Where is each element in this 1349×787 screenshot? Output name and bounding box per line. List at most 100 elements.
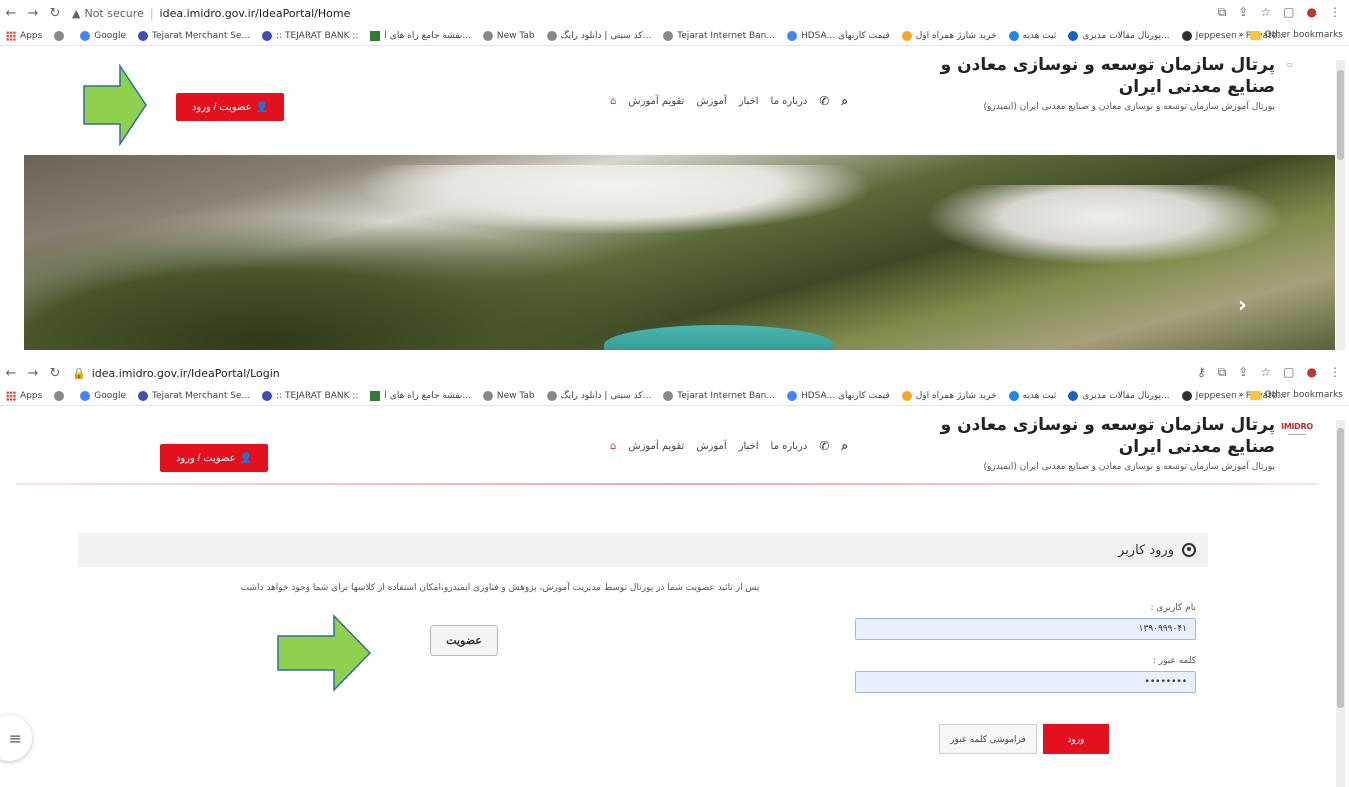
window-icon[interactable]: ▢ — [1283, 365, 1294, 380]
folder-icon — [1249, 390, 1261, 400]
bank-icon — [262, 30, 273, 41]
bookmark-item[interactable]: نقشه جامع راه های ا... — [370, 390, 471, 401]
hero-banner-image: › — [24, 155, 1335, 350]
login-screenshot: ← → ↻ 🔒 idea.imidro.gov.ir/IdeaPortal/Lo… — [0, 360, 1349, 787]
nav-item-news[interactable]: اخبار — [739, 441, 759, 452]
star-icon[interactable]: ☆ — [1260, 365, 1271, 380]
kebab-menu-icon[interactable]: ⋮ — [1329, 5, 1341, 20]
main-nav: ⌂ تقویم آموزش آموزش اخبار درباره ما ✆ ⌕ — [610, 46, 910, 156]
url-display[interactable]: 🔒 idea.imidro.gov.ir/IdeaPortal/Login — [72, 367, 280, 380]
address-bar: ← → ↻ ▲ Not secure | idea.imidro.gov.ir/… — [0, 0, 1349, 26]
bookmark-item[interactable]: کد سینی | دانلود رایگ... — [546, 30, 651, 41]
phone-icon[interactable]: ✆ — [819, 94, 829, 108]
window-icon[interactable]: ▢ — [1283, 5, 1294, 20]
kebab-menu-icon[interactable]: ⋮ — [1329, 365, 1341, 380]
key-icon[interactable]: ⚷ — [1197, 365, 1206, 380]
search-icon[interactable]: ⌕ — [841, 439, 848, 454]
home-icon[interactable]: ⌂ — [610, 441, 616, 452]
bookmark-item[interactable]: HDSA... قیمت کارتهای — [786, 30, 890, 41]
forgot-password-button[interactable]: فراموشی کلمه عبور — [939, 724, 1037, 754]
banner-ridge — [24, 215, 684, 350]
username-field[interactable]: ۱۳۹۰۹۹۹۰۴۱ — [855, 618, 1196, 640]
bookmark-apps[interactable]: Apps — [6, 390, 42, 401]
bookmark-item[interactable]: کد سینی | دانلود رایگ... — [546, 390, 651, 401]
nav-item-news[interactable]: اخبار — [739, 96, 759, 107]
forward-arrow-icon[interactable]: → — [22, 366, 44, 381]
warning-icon: ▲ — [72, 6, 81, 20]
join-button[interactable]: عضویت — [430, 625, 498, 656]
back-arrow-icon[interactable]: ← — [0, 366, 22, 381]
bookmark-icon — [1008, 30, 1019, 41]
page-scrollbar[interactable] — [1336, 420, 1345, 787]
bookmark-icon — [1181, 30, 1192, 41]
bookmark-item[interactable]: خرید شارژ همراه اول — [901, 390, 997, 401]
translate-icon[interactable]: ⧉ — [1218, 365, 1227, 380]
search-icon[interactable]: ⌕ — [841, 94, 848, 109]
bookmark-other[interactable]: » Other bookmarks — [1238, 30, 1343, 40]
password-field[interactable]: •••••••• — [855, 671, 1196, 693]
bank-icon — [138, 390, 149, 401]
home-icon[interactable]: ⌂ — [610, 96, 616, 107]
bookmark-item[interactable] — [54, 30, 68, 41]
site-title: پرتال سازمان توسعه و نوسازی معادن و صنای… — [940, 55, 1275, 97]
globe-icon — [663, 30, 674, 41]
nav-item-training[interactable]: آموزش — [696, 96, 726, 107]
bookmark-item[interactable]: پورتال مقالات مدیری... — [1068, 390, 1170, 401]
bookmark-item[interactable]: :: TEJARAT BANK :: — [262, 30, 358, 41]
bookmark-item[interactable]: ثبت هدیه — [1008, 390, 1056, 401]
bookmark-item[interactable]: Tejarat Merchant Se... — [138, 390, 250, 401]
bookmark-item[interactable]: Tejarat Internet Ban... — [663, 30, 775, 41]
user-plus-icon: 👤 — [239, 452, 253, 464]
nav-item-training[interactable]: آموزش — [696, 441, 726, 452]
page-scrollbar[interactable] — [1336, 60, 1345, 350]
bookmark-item[interactable]: New Tab — [482, 390, 535, 401]
bookmark-item[interactable]: خرید شارژ همراه اول — [901, 30, 997, 41]
bookmark-item[interactable]: :: TEJARAT BANK :: — [262, 390, 358, 401]
bookmark-item[interactable]: پورتال مقالات مدیری... — [1068, 30, 1170, 41]
green-arrow-annotation — [83, 64, 147, 146]
bookmark-other[interactable]: » Other bookmarks — [1238, 390, 1343, 400]
scrollbar-thumb[interactable] — [1337, 428, 1344, 708]
bookmark-item[interactable]: Google — [80, 390, 126, 401]
nav-item-calendar[interactable]: تقویم آموزش — [628, 96, 684, 107]
bookmark-item[interactable]: New Tab — [482, 30, 535, 41]
forward-arrow-icon[interactable]: → — [22, 6, 44, 21]
user-circle-icon — [1182, 543, 1196, 557]
reload-icon[interactable]: ↻ — [44, 366, 66, 381]
carousel-next-icon[interactable]: › — [1238, 293, 1247, 318]
browser-tools: ⧉ ⇪ ☆ ▢ ● ⋮ — [1218, 5, 1341, 20]
scrollbar-thumb[interactable] — [1337, 70, 1344, 160]
bookmark-item[interactable]: Tejarat Merchant Se... — [138, 30, 250, 41]
overflow-icon: » — [1238, 30, 1244, 40]
bookmark-item[interactable]: ثبت هدیه — [1008, 30, 1056, 41]
bookmark-item[interactable]: Google — [80, 30, 126, 41]
share-icon[interactable]: ⇪ — [1238, 5, 1248, 20]
translate-icon[interactable]: ⧉ — [1218, 5, 1227, 20]
signup-login-button[interactable]: 👤 عضویت / ورود — [160, 444, 268, 472]
bookmark-item[interactable]: HDSA... قیمت کارتهای — [786, 390, 890, 401]
globe-icon — [546, 30, 557, 41]
site-subtitle: پورتال آموزش سازمان توسعه و نوسازی معادن… — [983, 102, 1276, 112]
phone-icon[interactable]: ✆ — [819, 439, 829, 453]
portal-header: IMIDRO ━━━━━━ پرتال سازمان توسعه و نوساز… — [0, 406, 1335, 486]
reload-icon[interactable]: ↻ — [44, 6, 66, 21]
bookmark-item[interactable]: Tejarat Internet Ban... — [663, 390, 775, 401]
star-icon[interactable]: ☆ — [1260, 5, 1271, 20]
bookmark-apps[interactable]: Apps — [6, 30, 42, 41]
profile-avatar-icon[interactable]: ● — [1307, 5, 1317, 20]
profile-avatar-icon[interactable]: ● — [1307, 365, 1317, 380]
banner-snow — [354, 165, 874, 235]
login-button[interactable]: ورود — [1043, 724, 1109, 754]
nav-item-about[interactable]: درباره ما — [771, 96, 808, 107]
floating-menu-button[interactable]: ≡ — [0, 715, 32, 761]
bookmark-item[interactable]: نقشه جامع راه های ا... — [370, 30, 471, 41]
url-display[interactable]: ▲ Not secure | idea.imidro.gov.ir/IdeaPo… — [72, 7, 350, 20]
share-icon[interactable]: ⇪ — [1238, 365, 1248, 380]
nav-item-about[interactable]: درباره ما — [771, 441, 808, 452]
nav-item-calendar[interactable]: تقویم آموزش — [628, 441, 684, 452]
signup-login-button[interactable]: 👤 عضویت / ورود — [176, 93, 284, 121]
bookmark-item[interactable] — [54, 390, 68, 401]
back-arrow-icon[interactable]: ← — [0, 6, 22, 21]
imidro-logo[interactable]: IMIDRO ━━━━━━ — [1277, 422, 1317, 438]
banner-snow — [924, 185, 1284, 265]
